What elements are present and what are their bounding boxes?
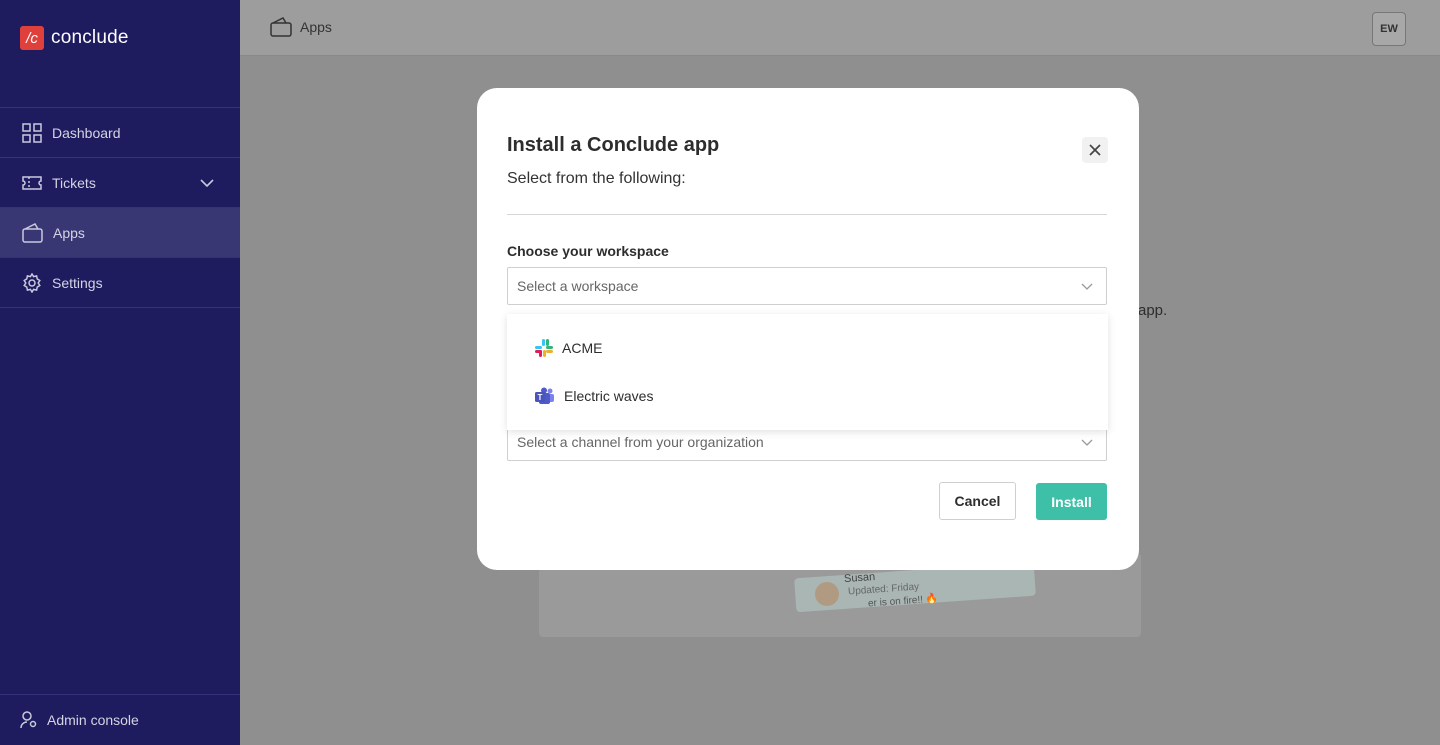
workspace-option-label: Electric waves xyxy=(564,388,654,404)
sidebar-item-dashboard[interactable]: Dashboard xyxy=(0,108,240,158)
sidebar-nav: Dashboard Tickets Apps Settings xyxy=(0,107,240,308)
workspace-label: Choose your workspace xyxy=(507,243,669,259)
admin-console-label: Admin console xyxy=(47,712,139,728)
sidebar-item-apps[interactable]: Apps xyxy=(0,208,240,258)
wallet-icon xyxy=(22,222,43,243)
svg-text:T: T xyxy=(538,393,543,402)
sidebar-item-label: Apps xyxy=(53,224,85,241)
teams-icon: T xyxy=(535,387,554,404)
sidebar-item-settings[interactable]: Settings xyxy=(0,258,240,308)
close-icon xyxy=(1089,144,1101,156)
divider xyxy=(507,214,1107,215)
install-app-modal: Install a Conclude app Select from the f… xyxy=(477,88,1139,570)
workspace-option-acme[interactable]: ACME xyxy=(535,336,602,360)
logo-text: conclude xyxy=(51,27,129,48)
background-note-name: Susan xyxy=(843,570,876,586)
ticket-icon xyxy=(22,175,42,190)
sidebar-item-label: Tickets xyxy=(52,174,96,191)
sidebar-item-tickets[interactable]: Tickets xyxy=(0,158,240,208)
cancel-button[interactable]: Cancel xyxy=(939,482,1016,520)
breadcrumb: Apps xyxy=(270,17,332,37)
gear-icon xyxy=(23,272,41,293)
modal-subtitle: Select from the following: xyxy=(507,170,686,187)
chevron-down-icon xyxy=(1081,439,1093,446)
sidebar: /c conclude Dashboard Tickets Apps Setti… xyxy=(0,0,240,745)
user-gear-icon xyxy=(20,711,37,729)
top-bar: Apps EW xyxy=(240,0,1440,56)
chevron-down-icon xyxy=(1081,283,1093,290)
workspace-select-placeholder: Select a workspace xyxy=(517,278,639,294)
workspace-select[interactable]: Select a workspace xyxy=(507,267,1107,305)
modal-title: Install a Conclude app xyxy=(507,134,720,156)
background-text: app. xyxy=(1138,302,1168,319)
grid-icon xyxy=(22,122,42,143)
chevron-down-icon[interactable] xyxy=(198,174,216,192)
background-avatar xyxy=(815,582,839,606)
close-button[interactable] xyxy=(1082,137,1108,163)
channel-select-placeholder: Select a channel from your organization xyxy=(517,434,764,450)
slack-icon xyxy=(535,339,553,357)
workspace-option-label: ACME xyxy=(562,340,603,356)
breadcrumb-label: Apps xyxy=(300,19,332,35)
sidebar-item-label: Settings xyxy=(52,274,103,291)
workspace-dropdown: ACME T Electric waves xyxy=(507,314,1108,430)
install-button[interactable]: Install xyxy=(1036,483,1107,520)
logo[interactable]: /c conclude xyxy=(20,26,129,50)
workspace-option-electric-waves[interactable]: T Electric waves xyxy=(535,384,653,408)
wallet-icon xyxy=(270,17,292,37)
avatar[interactable]: EW xyxy=(1372,12,1406,46)
sidebar-item-label: Dashboard xyxy=(52,124,121,141)
logo-mark: /c xyxy=(20,26,44,50)
admin-console-link[interactable]: Admin console xyxy=(0,694,240,745)
